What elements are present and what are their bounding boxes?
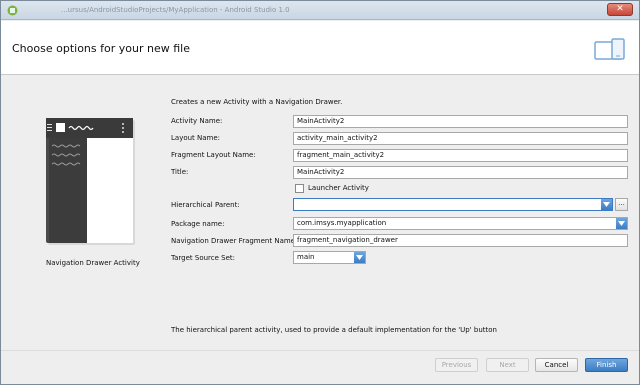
chevron-down-icon xyxy=(603,202,610,207)
package-name-combo[interactable]: com.imsys.myapplication xyxy=(293,217,628,230)
previous-button[interactable]: Previous xyxy=(435,358,478,372)
package-name-label: Package name: xyxy=(171,220,225,228)
hierarchical-parent-combo[interactable] xyxy=(293,198,613,211)
finish-button[interactable]: Finish xyxy=(585,358,628,372)
target-source-set-value: main xyxy=(297,253,315,261)
title-label: Title: xyxy=(171,168,189,176)
launcher-activity-label[interactable]: Launcher Activity xyxy=(308,184,369,192)
preview-content-area xyxy=(87,138,133,243)
template-preview xyxy=(46,118,133,243)
target-source-set-combo[interactable]: main xyxy=(293,251,366,264)
chevron-down-icon xyxy=(618,221,625,226)
next-button[interactable]: Next xyxy=(486,358,529,372)
target-source-set-dropdown-button[interactable] xyxy=(354,252,365,263)
target-source-set-label: Target Source Set: xyxy=(171,254,236,262)
preview-action-bar xyxy=(46,118,133,138)
drawer-items-icon xyxy=(51,144,81,166)
package-name-dropdown-button[interactable] xyxy=(616,218,627,229)
android-studio-icon xyxy=(7,5,18,16)
chevron-down-icon xyxy=(356,255,363,260)
hierarchical-parent-dropdown-button[interactable] xyxy=(601,199,612,210)
action-bar-glyphs-icon xyxy=(47,123,124,133)
cancel-button[interactable]: Cancel xyxy=(535,358,578,372)
window-titlebar: ...ursus/AndroidStudioProjects/MyApplica… xyxy=(1,1,639,20)
field-help-text: The hierarchical parent activity, used t… xyxy=(171,326,497,334)
new-activity-dialog: ...ursus/AndroidStudioProjects/MyApplica… xyxy=(0,0,640,385)
hierarchical-parent-browse-button[interactable]: ... xyxy=(615,198,628,211)
nav-drawer-fragment-name-field[interactable]: fragment_navigation_drawer xyxy=(293,234,628,247)
hierarchical-parent-label: Hierarchical Parent: xyxy=(171,201,240,209)
launcher-activity-checkbox[interactable] xyxy=(295,184,304,193)
preview-drawer-panel xyxy=(49,138,87,243)
fragment-layout-name-label: Fragment Layout Name: xyxy=(171,151,256,159)
page-title: Choose options for your new file xyxy=(12,42,190,55)
title-field[interactable]: MainActivity2 xyxy=(293,166,628,179)
template-caption: Navigation Drawer Activity xyxy=(46,259,140,267)
activity-name-field[interactable]: MainActivity2 xyxy=(293,115,628,128)
fragment-layout-name-field[interactable]: fragment_main_activity2 xyxy=(293,149,628,162)
wizard-header: Choose options for your new file xyxy=(1,21,639,75)
footer-divider xyxy=(1,350,639,351)
window-close-button[interactable]: ✕ xyxy=(607,3,633,16)
activity-name-label: Activity Name: xyxy=(171,117,223,125)
nav-drawer-fragment-name-label: Navigation Drawer Fragment Name: xyxy=(171,237,298,245)
template-description: Creates a new Activity with a Navigation… xyxy=(171,98,343,106)
layout-name-label: Layout Name: xyxy=(171,134,221,142)
package-name-value: com.imsys.myapplication xyxy=(297,219,387,227)
layout-name-field[interactable]: activity_main_activity2 xyxy=(293,132,628,145)
window-title: ...ursus/AndroidStudioProjects/MyApplica… xyxy=(61,6,290,14)
form-factor-icon xyxy=(594,38,625,60)
